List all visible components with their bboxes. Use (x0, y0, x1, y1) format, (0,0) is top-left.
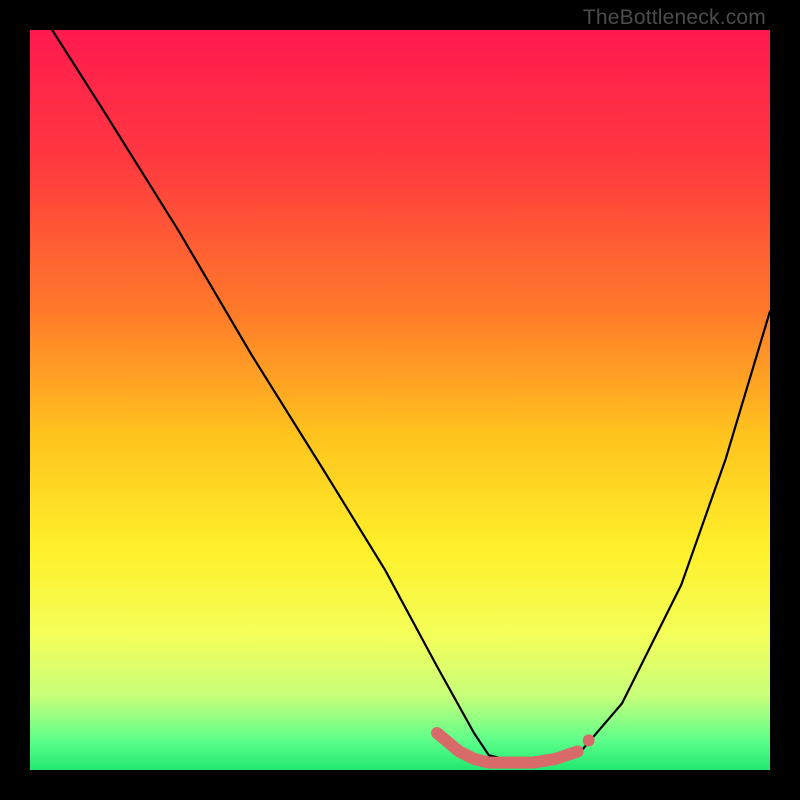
bottleneck-curve (52, 30, 770, 763)
curve-layer (30, 30, 770, 770)
highlight-segment (437, 733, 578, 763)
highlight-dot (583, 734, 595, 746)
watermark-text: TheBottleneck.com (583, 6, 766, 30)
plot-area (30, 30, 770, 770)
chart-frame: TheBottleneck.com (0, 0, 800, 800)
